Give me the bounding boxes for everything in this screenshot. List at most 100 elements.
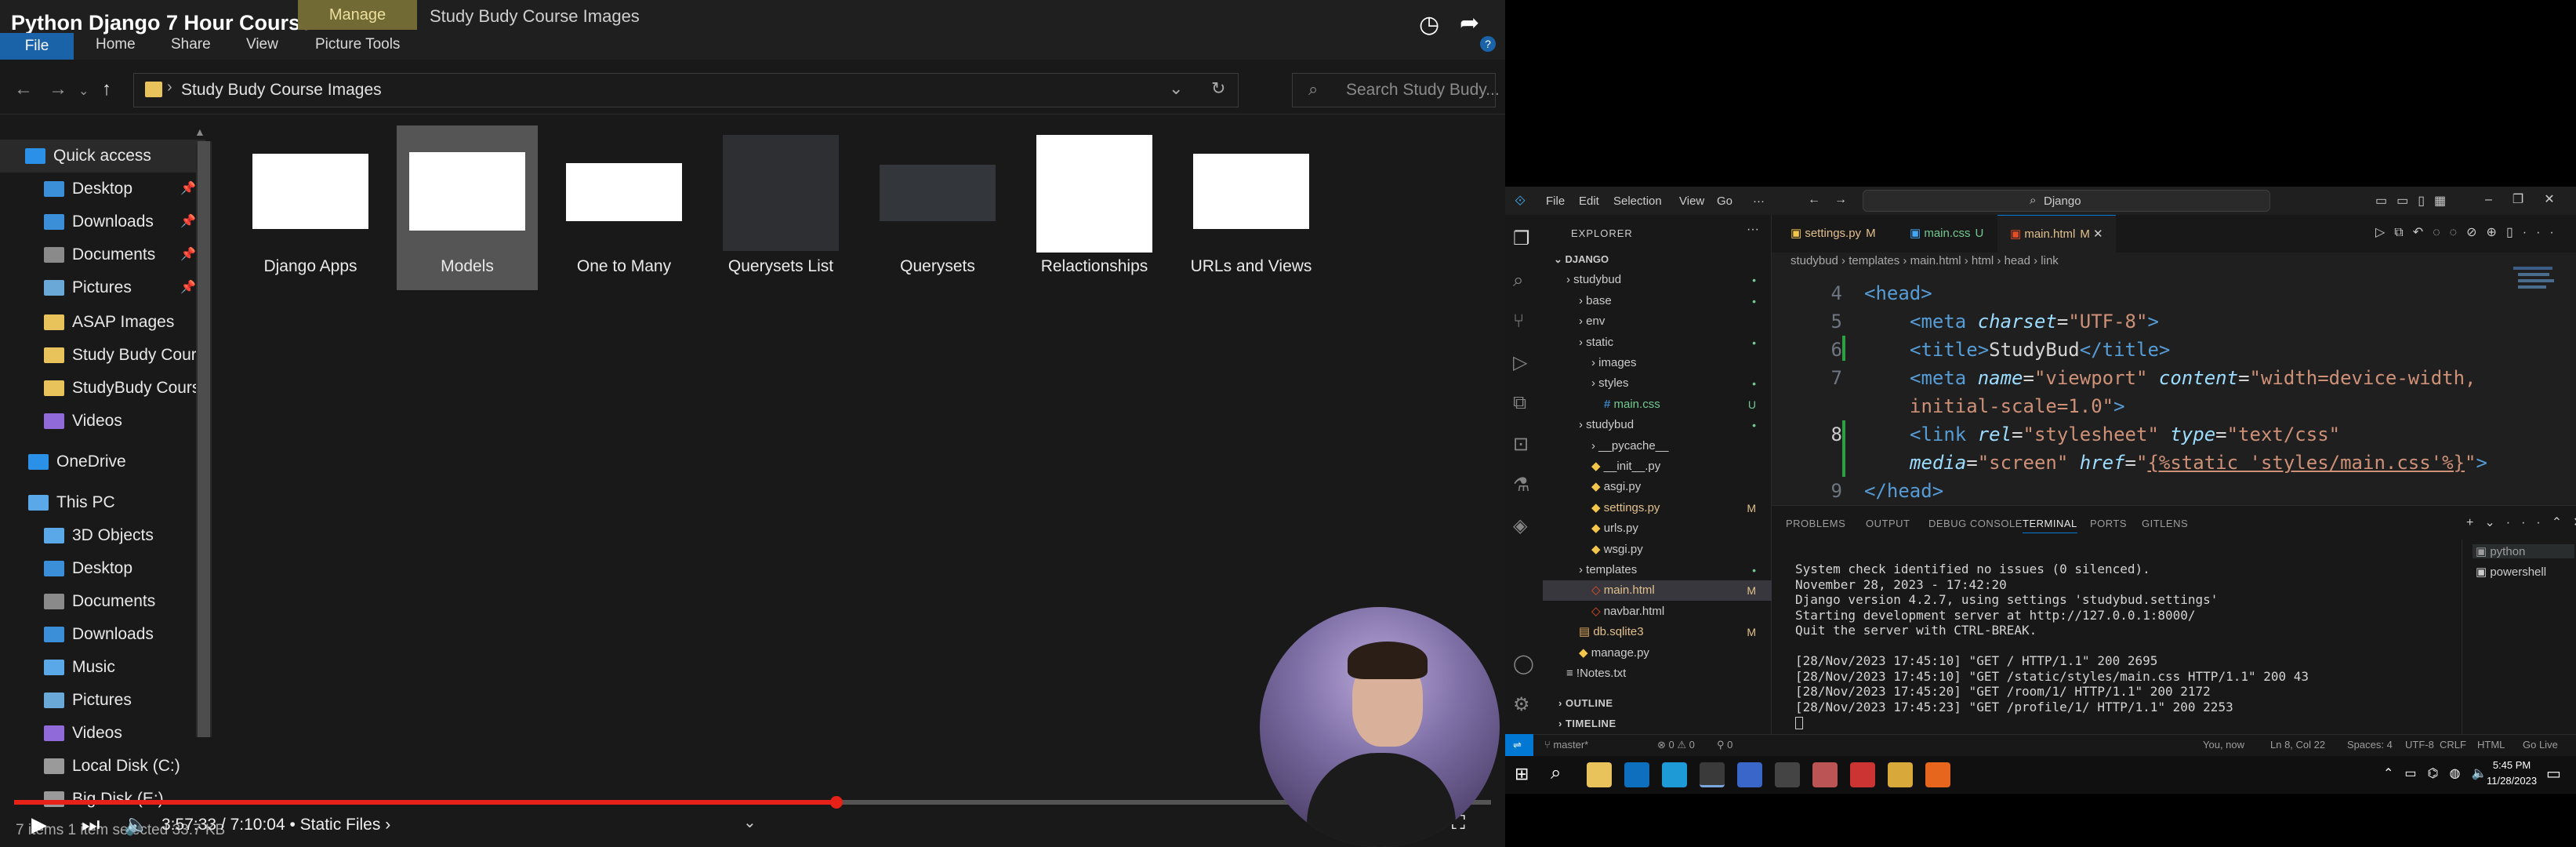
- forward-arrow-icon[interactable]: →: [1834, 193, 1847, 207]
- nav-item[interactable]: Videos: [0, 717, 205, 750]
- manage-gear-icon[interactable]: ⚙: [1513, 693, 1530, 716]
- windows-start-icon[interactable]: ⊞: [1515, 764, 1529, 784]
- minimap[interactable]: [2513, 267, 2560, 314]
- vscode-taskbar-icon[interactable]: [1624, 762, 1649, 787]
- cursor-position[interactable]: Ln 8, Col 22: [2270, 739, 2325, 751]
- tree-item[interactable]: › styles •: [1543, 373, 1772, 394]
- notifications-icon[interactable]: ▭: [2546, 764, 2561, 783]
- nav-item[interactable]: Videos: [0, 405, 205, 438]
- chrome-taskbar-icon[interactable]: [1700, 762, 1725, 787]
- code-line-6[interactable]: <title>StudyBud</title>: [1910, 339, 2170, 361]
- file-tile[interactable]: Models: [397, 125, 538, 290]
- back-arrow-icon[interactable]: ←: [1808, 193, 1820, 207]
- nav-item[interactable]: Downloads 📌: [0, 205, 205, 238]
- nav-item[interactable]: ASAP Images: [0, 306, 205, 339]
- code-line-9[interactable]: </head>: [1864, 480, 1943, 502]
- progress-scrubber[interactable]: [830, 796, 844, 809]
- ribbon-tab-file[interactable]: File: [0, 33, 74, 60]
- remote-explorer-icon[interactable]: ⊡: [1513, 433, 1529, 456]
- search-input[interactable]: ⌕ Search Study Budy...: [1292, 73, 1500, 107]
- menu-go[interactable]: Go: [1717, 194, 1732, 208]
- tree-item[interactable]: ◆ __init__.py: [1543, 456, 1772, 477]
- command-center-search[interactable]: ⌕ Django: [1863, 190, 2270, 212]
- store-taskbar-icon[interactable]: [1662, 762, 1687, 787]
- watch-later-icon[interactable]: ◷: [1419, 11, 1439, 38]
- file-explorer-taskbar-icon[interactable]: [1587, 762, 1612, 787]
- system-tray-icons[interactable]: ⌃▭⌬◍🔈: [2383, 765, 2498, 781]
- nav-item[interactable]: StudyBudy Cours: [0, 372, 205, 405]
- taskbar-clock[interactable]: 5:45 PM 11/28/2023: [2487, 758, 2537, 789]
- app-taskbar-icon[interactable]: [1850, 762, 1875, 787]
- nav-item[interactable]: OneDrive: [0, 445, 205, 478]
- app-taskbar-icon[interactable]: [1925, 762, 1950, 787]
- tree-item[interactable]: › __pycache__: [1543, 436, 1772, 456]
- nav-item[interactable]: Documents 📌: [0, 238, 205, 271]
- code-line-5[interactable]: <meta charset="UTF-8">: [1910, 311, 2159, 333]
- tree-item[interactable]: › templates •: [1543, 560, 1772, 580]
- source-control-icon[interactable]: ⑂: [1513, 311, 1524, 333]
- file-tile[interactable]: One to Many: [553, 125, 695, 290]
- problems-status[interactable]: ⊗ 0 ⚠ 0: [1657, 739, 1695, 751]
- ports-status[interactable]: ⚲ 0: [1717, 739, 1732, 751]
- up-arrow-icon[interactable]: ↑: [102, 78, 111, 100]
- tree-item[interactable]: ◇ navbar.html: [1543, 602, 1772, 622]
- ribbon-tab-share[interactable]: Share: [171, 36, 211, 53]
- tree-item[interactable]: ◇ main.html M: [1543, 580, 1772, 602]
- search-icon[interactable]: ⌕: [1551, 762, 1561, 784]
- more-actions-icon[interactable]: ···: [1747, 223, 1759, 237]
- back-arrow-icon[interactable]: ←: [14, 78, 33, 100]
- menu-more[interactable]: ···: [1753, 194, 1765, 208]
- panel-tab[interactable]: GITLENS: [2142, 518, 2188, 529]
- volume-icon[interactable]: 🔈: [124, 812, 149, 837]
- panel-actions-icons[interactable]: +⌄···⌃✕: [2466, 514, 2576, 530]
- nav-item[interactable]: Big Disk (E:): [0, 783, 205, 816]
- menu-view[interactable]: View: [1679, 194, 1704, 208]
- chevron-down-icon[interactable]: ⌄: [1169, 78, 1183, 99]
- run-debug-icon[interactable]: ▷: [1513, 351, 1527, 374]
- explorer-files-icon[interactable]: ❐: [1513, 227, 1530, 250]
- ribbon-tab-home[interactable]: Home: [96, 36, 136, 53]
- outline-section[interactable]: › OUTLINE: [1543, 693, 1772, 714]
- nav-item[interactable]: Music: [0, 651, 205, 684]
- tree-item[interactable]: ◆ wsgi.py: [1543, 540, 1772, 560]
- blame-status[interactable]: You, now: [2203, 739, 2244, 751]
- tree-item[interactable]: ◆ manage.py: [1543, 643, 1772, 663]
- tree-item[interactable]: # main.css U: [1543, 394, 1772, 415]
- tree-item[interactable]: › env: [1543, 311, 1772, 332]
- nav-item[interactable]: Study Budy Cour: [0, 339, 205, 372]
- tree-item[interactable]: › studybud •: [1543, 270, 1772, 290]
- gitlens-icon[interactable]: ◈: [1513, 514, 1527, 537]
- file-tile[interactable]: Querysets: [867, 125, 1008, 290]
- code-line-7[interactable]: <meta name="viewport" content="width=dev…: [1910, 367, 2476, 389]
- panel-tab[interactable]: OUTPUT: [1866, 518, 1910, 529]
- encoding-status[interactable]: UTF-8: [2405, 739, 2434, 751]
- go-live-button[interactable]: Go Live: [2523, 739, 2558, 751]
- nav-item[interactable]: Desktop 📌: [0, 173, 205, 205]
- branch-status[interactable]: ⑂ master*: [1544, 739, 1588, 751]
- editor-actions-icons[interactable]: ▷⧉↶◌◌⊘⊕▯···: [2375, 224, 2563, 240]
- nav-item[interactable]: This PC: [0, 486, 205, 519]
- tree-item[interactable]: › base •: [1543, 291, 1772, 311]
- code-line-8-wrap[interactable]: media="screen" href="{%static 'styles/ma…: [1910, 452, 2487, 474]
- eol-status[interactable]: CRLF: [2440, 739, 2466, 751]
- code-line-7-wrap[interactable]: initial-scale=1.0">: [1910, 395, 2125, 417]
- chevron-down-icon[interactable]: ⌄: [743, 812, 756, 832]
- help-icon[interactable]: ?: [1480, 36, 1496, 52]
- tree-item[interactable]: ◆ settings.py M: [1543, 498, 1772, 518]
- forward-arrow-icon[interactable]: →: [49, 78, 67, 100]
- scroll-up-icon[interactable]: ▲: [194, 125, 205, 138]
- editor-tab[interactable]: ▣ main.css U: [1897, 215, 1997, 253]
- share-icon[interactable]: ➦: [1460, 9, 1479, 37]
- tree-item[interactable]: ⌄ DJANGO: [1543, 249, 1772, 270]
- file-tile[interactable]: Querysets List: [710, 125, 851, 290]
- tree-item[interactable]: › static •: [1543, 333, 1772, 353]
- nav-item[interactable]: Pictures 📌: [0, 271, 205, 304]
- panel-tab[interactable]: TERMINAL: [2023, 518, 2077, 533]
- code-line-8[interactable]: <link rel="stylesheet" type="text/css": [1910, 424, 2340, 445]
- extensions-icon[interactable]: ⧉: [1513, 392, 1526, 414]
- play-icon[interactable]: ▶: [31, 812, 47, 837]
- app-taskbar-icon[interactable]: [1888, 762, 1913, 787]
- editor-tab[interactable]: ▣ settings.py M: [1778, 215, 1888, 253]
- nav-scrollbar-thumb[interactable]: [198, 141, 210, 737]
- tree-item[interactable]: ≡ !Notes.txt: [1543, 663, 1772, 684]
